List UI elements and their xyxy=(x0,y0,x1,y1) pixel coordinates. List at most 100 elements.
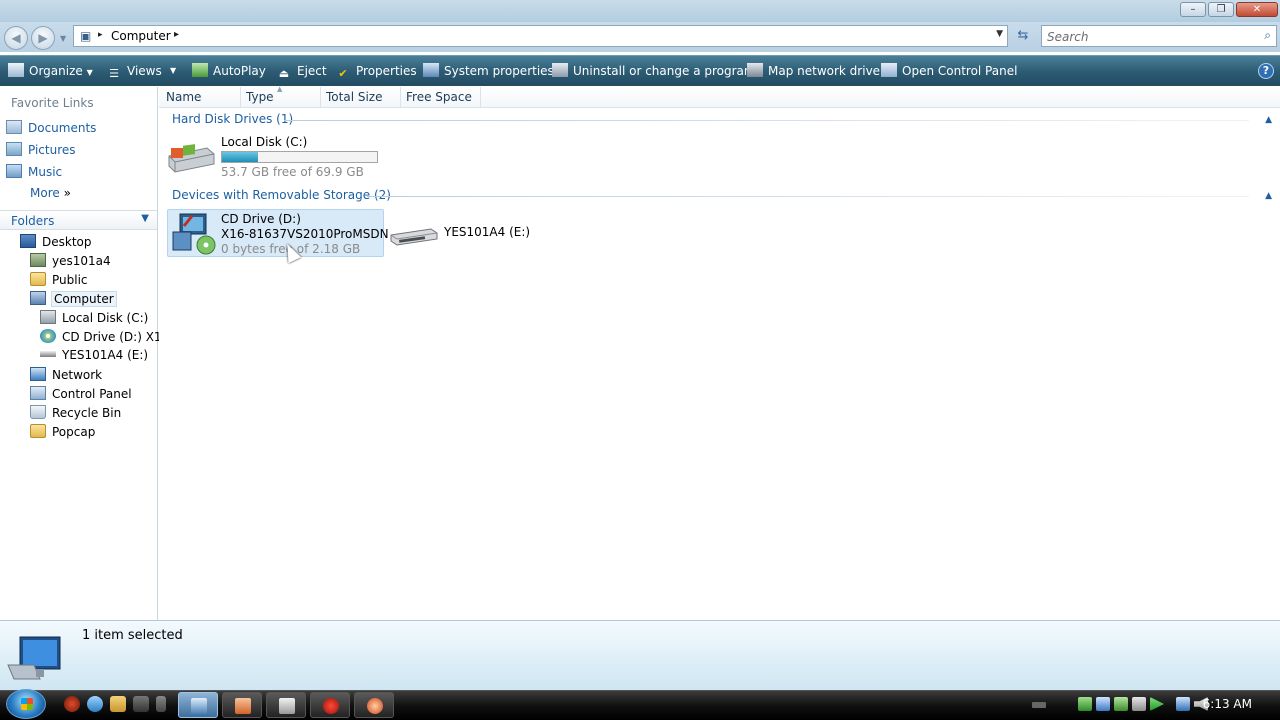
favorites-more-label: More xyxy=(30,186,60,200)
breadcrumb-chevron-icon[interactable]: ▸ xyxy=(98,30,103,40)
forward-button[interactable]: ▶ xyxy=(31,26,55,50)
folders-header[interactable]: Folders ▼ xyxy=(0,210,157,230)
collapse-group-icon[interactable]: ▲ xyxy=(1265,191,1272,201)
disk-usage-bar xyxy=(221,151,378,163)
refresh-button[interactable]: ⇆ xyxy=(1012,25,1034,47)
taskbar-app-button[interactable] xyxy=(310,692,350,718)
tree-item-computer[interactable]: Computer xyxy=(30,291,117,310)
views-button[interactable]: ☰ Views xyxy=(106,56,162,86)
internet-explorer-icon[interactable] xyxy=(87,696,103,712)
taskbar-app-button[interactable] xyxy=(266,692,306,718)
properties-label: Properties xyxy=(356,64,417,78)
eject-label: Eject xyxy=(297,64,327,78)
drive-local-disk-c[interactable]: Local Disk (C:) 53.7 GB free of 69.9 GB xyxy=(167,132,382,180)
minimize-button[interactable]: – xyxy=(1180,2,1206,17)
column-divider[interactable] xyxy=(320,87,321,108)
search-icon[interactable]: ⌕ xyxy=(1264,28,1271,43)
breadcrumb-computer[interactable]: Computer xyxy=(111,29,171,43)
documents-icon xyxy=(6,120,22,134)
column-divider[interactable] xyxy=(240,87,241,108)
keyboard-icon[interactable] xyxy=(1032,702,1046,708)
search-input[interactable]: Search ⌕ xyxy=(1041,25,1277,47)
system-properties-label: System properties xyxy=(444,64,554,78)
tree-item-user[interactable]: yes101a4 xyxy=(30,253,111,272)
views-label: Views xyxy=(127,64,162,78)
quicklaunch-folder-icon[interactable] xyxy=(110,696,126,712)
tray-display-icon[interactable] xyxy=(1096,697,1110,711)
column-type[interactable]: Type xyxy=(246,90,274,104)
recent-pages-dropdown[interactable]: ▼ xyxy=(60,34,66,43)
drive-usb-e[interactable]: YES101A4 (E:) xyxy=(389,217,549,253)
column-name[interactable]: Name xyxy=(166,90,201,104)
maximize-button[interactable]: ❐ xyxy=(1208,2,1234,17)
system-properties-button[interactable]: System properties xyxy=(423,56,554,86)
tree-item-desktop[interactable]: Desktop xyxy=(20,234,92,253)
taskbar-clock[interactable]: 6:13 AM xyxy=(1203,697,1252,711)
views-dropdown[interactable]: ▼ xyxy=(170,56,176,86)
tree-item-cd-drive[interactable]: CD Drive (D:) X16- xyxy=(40,329,174,348)
address-dropdown-icon[interactable]: ▼ xyxy=(996,29,1003,39)
usb-drive-icon xyxy=(390,228,438,246)
autoplay-label: AutoPlay xyxy=(213,64,266,78)
back-button[interactable]: ◀ xyxy=(4,26,28,50)
usb-drive-icon xyxy=(40,351,56,357)
taskbar-app-button[interactable] xyxy=(354,692,394,718)
map-network-drive-button[interactable]: Map network drive xyxy=(747,56,880,86)
properties-check-icon: ✔ xyxy=(338,67,348,80)
favorite-pictures[interactable]: Pictures xyxy=(6,142,76,162)
collapse-group-icon[interactable]: ▲ xyxy=(1265,115,1272,125)
tree-item-control-panel[interactable]: Control Panel xyxy=(30,386,132,405)
group-divider xyxy=(367,196,1249,197)
windows-logo-icon xyxy=(21,698,33,710)
help-icon[interactable]: ? xyxy=(1258,63,1274,79)
favorite-music[interactable]: Music xyxy=(6,164,62,184)
disk-usage-fill xyxy=(222,152,258,162)
details-pane: 1 item selected xyxy=(0,620,1280,690)
folder-icon xyxy=(30,272,46,286)
folder-icon xyxy=(30,424,46,438)
column-total-size[interactable]: Total Size xyxy=(326,90,382,104)
tree-item-local-disk[interactable]: Local Disk (C:) xyxy=(40,310,148,329)
app-icon xyxy=(235,698,251,714)
taskbar-explorer-button[interactable] xyxy=(178,692,218,718)
uninstall-program-button[interactable]: Uninstall or change a program xyxy=(552,56,756,86)
favorite-documents[interactable]: Documents xyxy=(6,120,96,140)
open-control-panel-button[interactable]: Open Control Panel xyxy=(881,56,1017,86)
tray-network-icon[interactable] xyxy=(1078,697,1092,711)
tray-app-icon[interactable] xyxy=(1132,697,1146,711)
column-divider[interactable] xyxy=(400,87,401,108)
quicklaunch-record-icon[interactable] xyxy=(64,696,80,712)
group-divider xyxy=(284,120,1249,121)
computer-icon: ▣ xyxy=(80,29,92,43)
quicklaunch-more-icon[interactable] xyxy=(156,696,166,712)
properties-button[interactable]: ✔ Properties xyxy=(335,56,417,86)
tree-item-label: Network xyxy=(52,368,103,382)
column-free-space[interactable]: Free Space xyxy=(406,90,472,104)
column-divider[interactable] xyxy=(480,87,481,108)
tree-item-recycle-bin[interactable]: Recycle Bin xyxy=(30,405,121,424)
group-header-hard-disks[interactable]: Hard Disk Drives (1) xyxy=(172,112,293,126)
taskbar-app-button[interactable] xyxy=(222,692,262,718)
app-icon xyxy=(367,698,383,714)
organize-button[interactable]: Organize ▼ xyxy=(8,56,93,86)
refresh-icon: ⇆ xyxy=(1017,28,1029,43)
breadcrumb-chevron-icon[interactable]: ▸ xyxy=(174,29,179,40)
address-bar[interactable]: ▣ ▸ Computer ▸ ▼ xyxy=(73,25,1008,47)
tray-app-icon[interactable] xyxy=(1114,697,1128,711)
tree-item-usb-drive[interactable]: YES101A4 (E:) xyxy=(40,348,148,367)
close-button[interactable]: ✕ xyxy=(1236,2,1278,17)
window-titlebar: – ❐ ✕ xyxy=(0,0,1280,22)
tree-item-network[interactable]: Network xyxy=(30,367,102,386)
favorites-more-button[interactable]: More » xyxy=(30,186,71,206)
drive-name: CD Drive (D:) xyxy=(221,212,301,226)
control-panel-icon xyxy=(881,63,897,77)
eject-button[interactable]: ⏏ Eject xyxy=(276,56,327,86)
group-header-removable-storage[interactable]: Devices with Removable Storage (2) xyxy=(172,188,391,202)
start-button[interactable] xyxy=(6,689,46,719)
autoplay-button[interactable]: AutoPlay xyxy=(192,56,266,86)
drive-cd-d[interactable]: CD Drive (D:) X16-81637VS2010ProMSDN 0 b… xyxy=(167,209,389,257)
tree-item-public[interactable]: Public xyxy=(30,272,88,291)
tree-item-popcap[interactable]: Popcap xyxy=(30,424,95,443)
tray-network-status-icon[interactable] xyxy=(1176,697,1190,711)
show-desktop-icon[interactable] xyxy=(133,696,149,712)
